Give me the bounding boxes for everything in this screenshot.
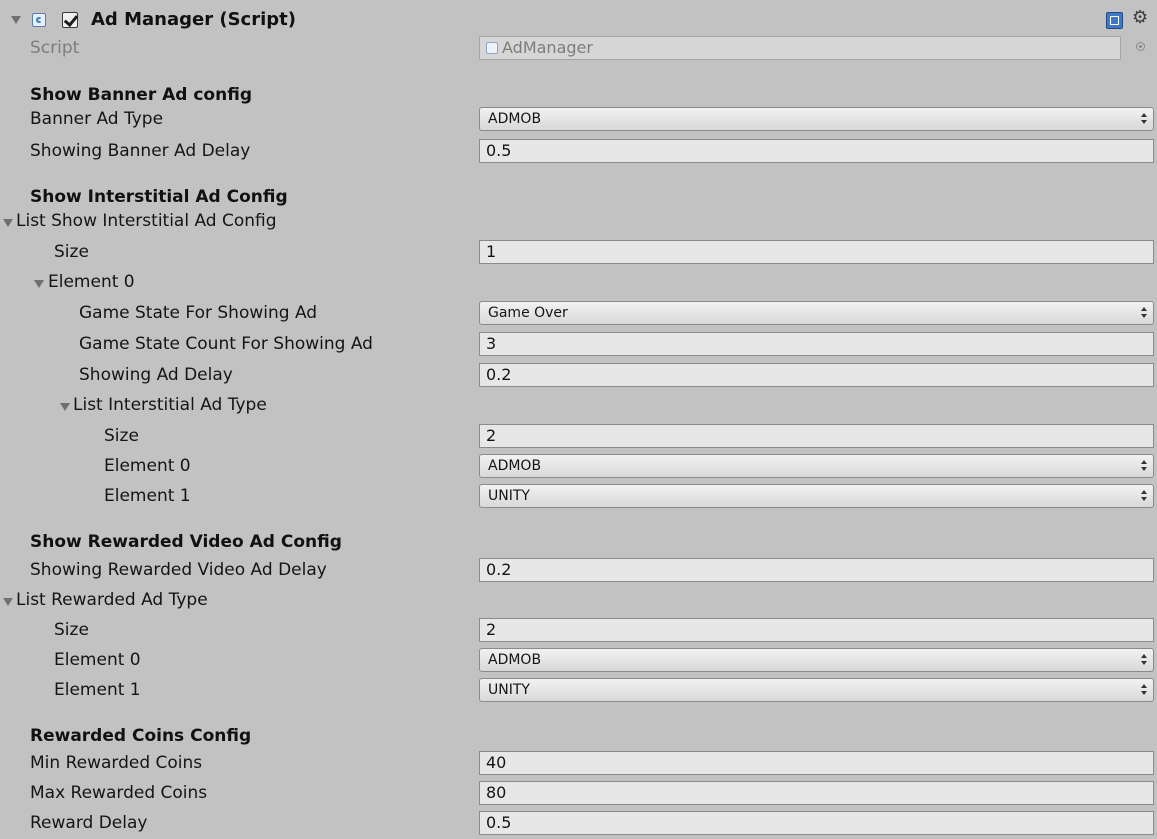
- dropdown-value: UNITY: [488, 682, 530, 698]
- dropdown-value: ADMOB: [488, 111, 542, 127]
- size-label: Size: [54, 242, 89, 262]
- interstitial-ad-type-size-row: Size 2: [0, 422, 1157, 452]
- dropdown-value: ADMOB: [488, 652, 542, 668]
- interstitial-list-foldout[interactable]: List Show Interstitial Ad Config: [0, 207, 1157, 237]
- rewarded-delay-label: Showing Rewarded Video Ad Delay: [30, 560, 327, 580]
- game-state-row: Game State For Showing Ad Game Over: [0, 299, 1157, 329]
- component-header[interactable]: Ad Manager (Script) ⚙: [0, 3, 1157, 37]
- help-icon[interactable]: [1106, 12, 1123, 29]
- rewarded-element0-dropdown[interactable]: ADMOB: [479, 648, 1154, 672]
- foldout-expanded-icon[interactable]: [3, 598, 13, 606]
- section-title: Show Interstitial Ad Config: [30, 187, 288, 207]
- inspector-panel: Ad Manager (Script) ⚙ Script AdManager S…: [0, 0, 1157, 837]
- banner-ad-type-label: Banner Ad Type: [30, 109, 164, 129]
- section-title: Show Rewarded Video Ad Config: [30, 532, 342, 552]
- script-field-value: AdManager: [502, 38, 593, 57]
- rewarded-section-header: Show Rewarded Video Ad Config: [0, 527, 1157, 557]
- min-coins-field[interactable]: 40: [479, 751, 1154, 775]
- banner-delay-label: Showing Banner Ad Delay: [30, 141, 251, 161]
- min-coins-label: Min Rewarded Coins: [30, 753, 203, 773]
- rewarded-element1-dropdown[interactable]: UNITY: [479, 678, 1154, 702]
- dropdown-arrows-icon: [1141, 490, 1147, 502]
- reward-delay-label: Reward Delay: [30, 813, 148, 833]
- script-label: Script: [30, 38, 80, 58]
- rewarded-element1-row: Element 1 UNITY: [0, 676, 1157, 706]
- showing-ad-delay-label: Showing Ad Delay: [79, 365, 233, 385]
- rewarded-size-row: Size 2: [0, 616, 1157, 646]
- interstitial-ad-type-size-field[interactable]: 2: [479, 424, 1154, 448]
- banner-ad-type-dropdown[interactable]: ADMOB: [479, 107, 1154, 131]
- script-icon: [32, 13, 46, 27]
- script-icon: [486, 42, 498, 54]
- interstitial-size-field[interactable]: 1: [479, 240, 1154, 264]
- dropdown-value: Game Over: [488, 305, 568, 321]
- foldout-expanded-icon[interactable]: [34, 280, 44, 288]
- dropdown-arrows-icon: [1141, 460, 1147, 472]
- foldout-expanded-icon[interactable]: [60, 403, 70, 411]
- script-row: Script AdManager: [0, 34, 1157, 64]
- game-state-label: Game State For Showing Ad: [79, 303, 318, 323]
- size-label: Size: [54, 620, 89, 640]
- max-coins-row: Max Rewarded Coins 80: [0, 779, 1157, 809]
- dropdown-arrows-icon: [1141, 684, 1147, 696]
- reward-delay-row: Reward Delay 0.5: [0, 809, 1157, 839]
- banner-ad-type-row: Banner Ad Type ADMOB: [0, 105, 1157, 135]
- max-coins-label: Max Rewarded Coins: [30, 783, 208, 803]
- rewarded-delay-field[interactable]: 0.2: [479, 558, 1154, 582]
- game-state-count-row: Game State Count For Showing Ad 3: [0, 330, 1157, 360]
- enabled-checkbox[interactable]: [62, 12, 78, 28]
- interstitial-ad-type-list-label: List Interstitial Ad Type: [73, 395, 267, 415]
- banner-delay-row: Showing Banner Ad Delay 0.5: [0, 137, 1157, 167]
- coins-section-header: Rewarded Coins Config: [0, 721, 1157, 751]
- banner-delay-field[interactable]: 0.5: [479, 139, 1154, 163]
- interstitial-element0-foldout[interactable]: Element 0: [0, 268, 1157, 298]
- showing-ad-delay-row: Showing Ad Delay 0.2: [0, 361, 1157, 391]
- interstitial-ad-type-element1-row: Element 1 UNITY: [0, 482, 1157, 512]
- rewarded-delay-row: Showing Rewarded Video Ad Delay 0.2: [0, 556, 1157, 586]
- interstitial-ad-type-element1-dropdown[interactable]: UNITY: [479, 484, 1154, 508]
- rewarded-element0-row: Element 0 ADMOB: [0, 646, 1157, 676]
- interstitial-size-row: Size 1: [0, 238, 1157, 268]
- component-title: Ad Manager (Script): [91, 9, 296, 30]
- interstitial-ad-type-element0-dropdown[interactable]: ADMOB: [479, 454, 1154, 478]
- rewarded-list-label: List Rewarded Ad Type: [16, 590, 208, 610]
- max-coins-field[interactable]: 80: [479, 781, 1154, 805]
- element-label: Element 1: [54, 680, 141, 700]
- gear-icon[interactable]: ⚙: [1132, 9, 1148, 27]
- interstitial-list-label: List Show Interstitial Ad Config: [16, 211, 277, 231]
- dropdown-value: ADMOB: [488, 458, 542, 474]
- section-title: Show Banner Ad config: [30, 85, 252, 105]
- game-state-count-field[interactable]: 3: [479, 332, 1154, 356]
- dropdown-arrows-icon: [1141, 113, 1147, 125]
- foldout-expanded-icon[interactable]: [3, 219, 13, 227]
- game-state-dropdown[interactable]: Game Over: [479, 301, 1154, 325]
- dropdown-arrows-icon: [1141, 654, 1147, 666]
- reward-delay-field[interactable]: 0.5: [479, 811, 1154, 835]
- object-picker-icon[interactable]: [1136, 42, 1145, 51]
- element-label: Element 0: [54, 650, 141, 670]
- rewarded-list-foldout[interactable]: List Rewarded Ad Type: [0, 586, 1157, 616]
- game-state-count-label: Game State Count For Showing Ad: [79, 334, 373, 354]
- element-label: Element 1: [104, 486, 191, 506]
- dropdown-value: UNITY: [488, 488, 530, 504]
- size-label: Size: [104, 426, 139, 446]
- dropdown-arrows-icon: [1141, 307, 1147, 319]
- script-field[interactable]: AdManager: [479, 36, 1121, 60]
- min-coins-row: Min Rewarded Coins 40: [0, 749, 1157, 779]
- showing-ad-delay-field[interactable]: 0.2: [479, 363, 1154, 387]
- rewarded-size-field[interactable]: 2: [479, 618, 1154, 642]
- interstitial-ad-type-list-foldout[interactable]: List Interstitial Ad Type: [0, 391, 1157, 421]
- interstitial-ad-type-element0-row: Element 0 ADMOB: [0, 452, 1157, 482]
- section-title: Rewarded Coins Config: [30, 726, 252, 746]
- element-label: Element 0: [48, 272, 135, 292]
- foldout-expanded-icon[interactable]: [11, 16, 21, 24]
- element-label: Element 0: [104, 456, 191, 476]
